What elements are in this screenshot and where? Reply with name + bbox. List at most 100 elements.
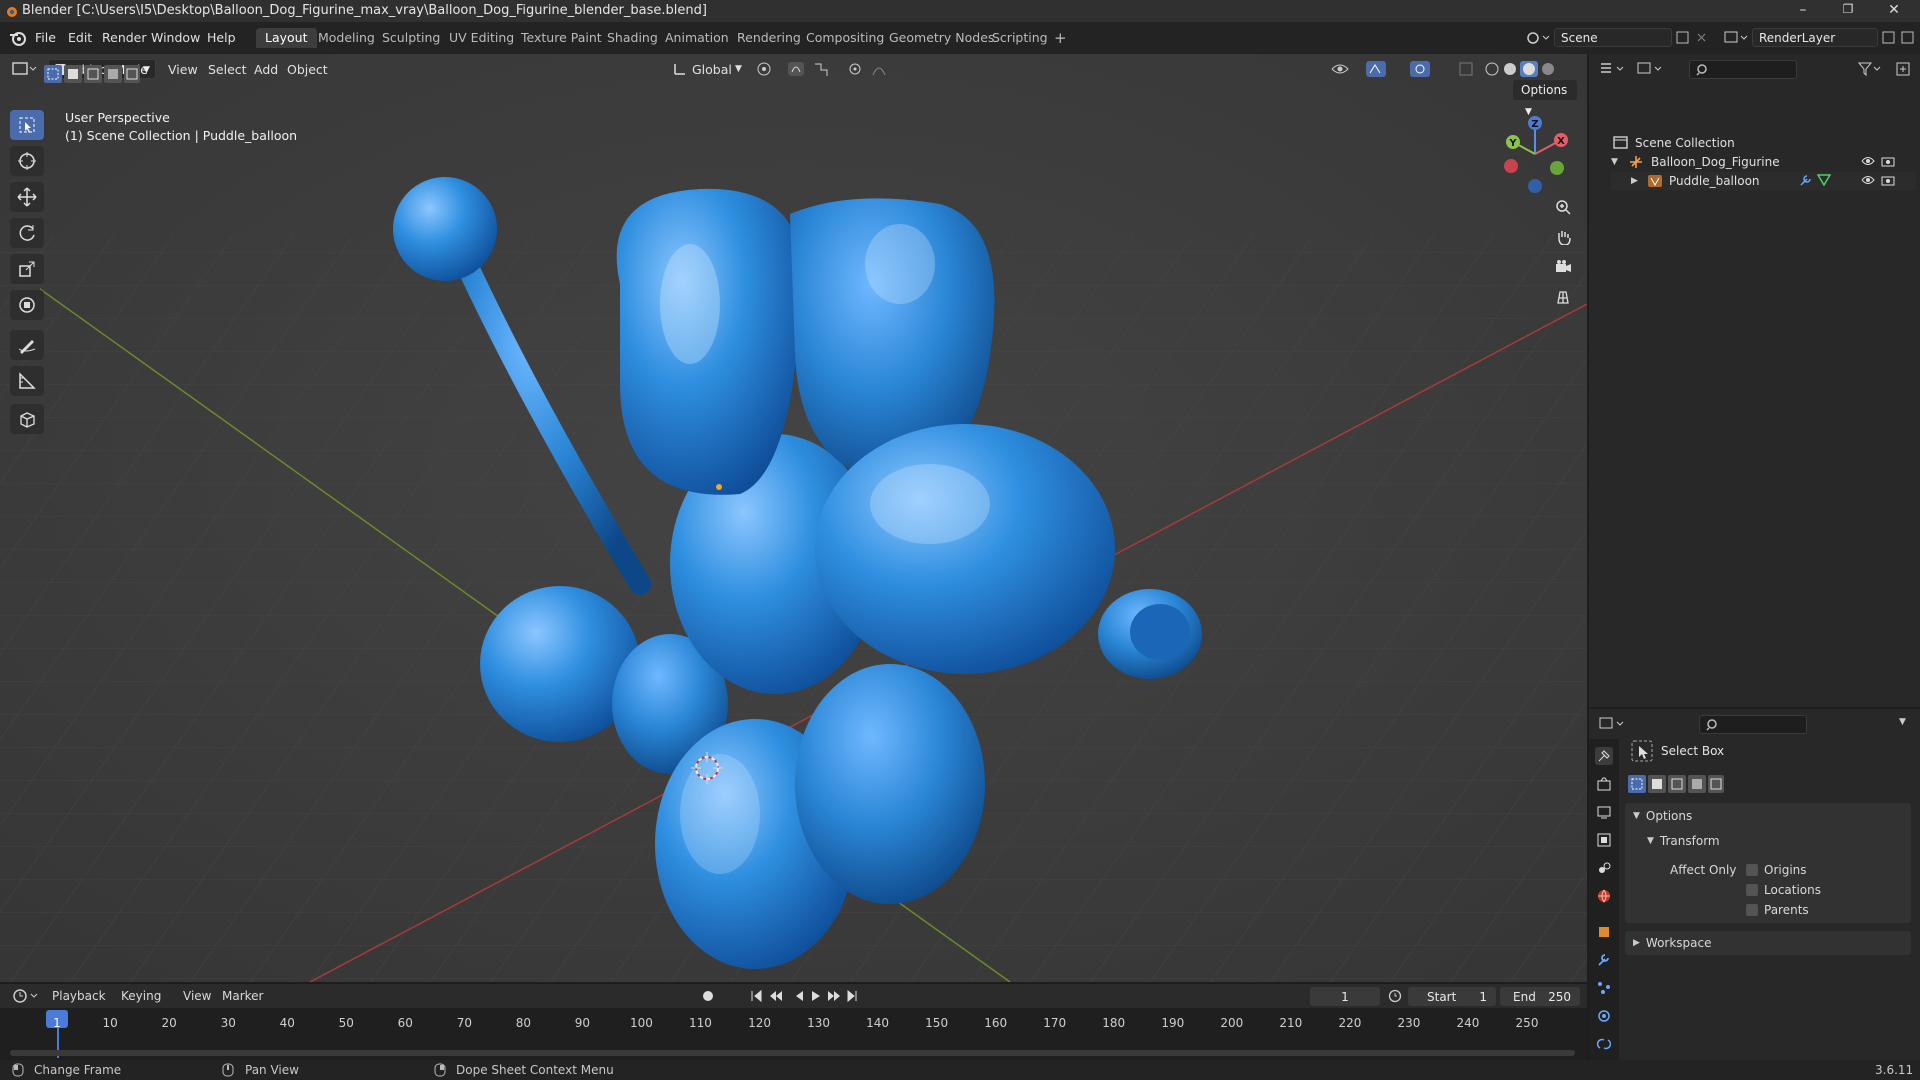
tab-sculpting[interactable]: Sculpting <box>373 28 449 48</box>
world-tab-icon[interactable] <box>1595 887 1613 905</box>
selection-mode-buttons[interactable] <box>44 65 140 83</box>
gizmo-neg-x-axis[interactable] <box>1504 159 1518 173</box>
view-layer-tab-icon[interactable] <box>1595 831 1613 849</box>
timeline-editor[interactable]: Playback Keying View Marker 1 Start 1 En… <box>0 984 1587 1060</box>
zoom-view-button[interactable] <box>1550 194 1576 220</box>
tab-layout[interactable]: Layout <box>256 28 317 48</box>
constraints-tab-icon[interactable] <box>1595 1035 1613 1053</box>
parents-checkbox[interactable]: Parents <box>1746 903 1809 917</box>
tool-rotate[interactable] <box>10 218 44 248</box>
affect-only-label: Affect Only <box>1670 863 1737 877</box>
render-tab-icon[interactable] <box>1595 775 1613 793</box>
minimize-button[interactable]: – <box>1783 2 1823 20</box>
tool-measure[interactable] <box>10 366 44 396</box>
transform-subpanel-header[interactable]: ▼ Transform <box>1647 834 1720 848</box>
viewport-options-button[interactable]: Options ▼ <box>1513 80 1577 117</box>
tool-select-box[interactable] <box>10 110 44 140</box>
properties-search-input[interactable] <box>1699 715 1807 734</box>
tool-transform[interactable] <box>10 290 44 320</box>
add-workspace-button[interactable]: + <box>1045 28 1076 48</box>
output-tab-icon[interactable] <box>1595 803 1613 821</box>
outliner-filter-icons[interactable] <box>1857 61 1917 77</box>
pivot-snap-proportional-icons[interactable] <box>755 60 895 78</box>
scene-name-field[interactable]: Scene <box>1554 28 1672 47</box>
scene-tab-icon[interactable] <box>1595 859 1613 877</box>
timeline-menu-marker[interactable]: Marker <box>222 989 263 1003</box>
options-panel-header[interactable]: ▼ Options <box>1633 809 1692 823</box>
menu-edit[interactable]: Edit <box>68 30 92 45</box>
viewport-overlay-shading-icons[interactable] <box>1330 60 1570 78</box>
object-tab-icon[interactable] <box>1595 923 1613 941</box>
timeline-menu-keying[interactable]: Keying <box>121 989 161 1003</box>
menu-render[interactable]: Render <box>102 30 147 45</box>
chevron-down-icon[interactable]: ▼ <box>1899 717 1906 727</box>
pan-view-button[interactable] <box>1550 224 1576 250</box>
viewport-menu-select[interactable]: Select <box>208 62 247 77</box>
workspace-panel[interactable]: ▶ Workspace <box>1625 931 1911 955</box>
outliner-item-balloon-dog-figurine[interactable]: ▼ Balloon_Dog_Figurine <box>1611 153 1916 171</box>
view-layer-name-field[interactable]: RenderLayer <box>1752 28 1878 47</box>
modifier-tab-icon[interactable] <box>1595 951 1613 969</box>
mesh-data-icon[interactable] <box>1816 173 1832 189</box>
stopwatch-icon[interactable] <box>1388 989 1404 1003</box>
tool-annotate[interactable] <box>10 330 44 360</box>
menu-help[interactable]: Help <box>207 30 236 45</box>
outliner-scene-collection[interactable]: Scene Collection <box>1613 134 1735 152</box>
view-layer-selector-icon[interactable] <box>1724 30 1750 46</box>
workspace-panel-header[interactable]: ▶ Workspace <box>1633 936 1712 950</box>
select-mode-buttons[interactable] <box>1628 775 1724 793</box>
render-camera-icon[interactable] <box>1881 174 1895 189</box>
timeline-menu-view[interactable]: View <box>183 989 211 1003</box>
playback-controls[interactable] <box>700 988 870 1004</box>
tab-texture-paint[interactable]: Texture Paint <box>512 28 611 48</box>
menu-window[interactable]: Window <box>151 30 200 45</box>
eye-icon[interactable] <box>1861 155 1875 170</box>
eye-icon[interactable] <box>1861 174 1875 189</box>
tool-add-cube[interactable] <box>10 404 44 434</box>
outliner-editor-type-icon[interactable] <box>1599 61 1627 77</box>
physics-tab-icon[interactable] <box>1595 1007 1613 1025</box>
end-frame-field[interactable]: End 250 <box>1500 987 1580 1006</box>
start-frame-field[interactable]: Start 1 <box>1408 987 1496 1006</box>
camera-view-button[interactable] <box>1550 254 1576 280</box>
current-frame-field[interactable]: 1 <box>1310 987 1380 1006</box>
properties-editor-type-icon[interactable] <box>1599 716 1627 732</box>
locations-checkbox[interactable]: Locations <box>1746 883 1821 897</box>
particles-tab-icon[interactable] <box>1595 979 1613 997</box>
timeline-menu-playback[interactable]: Playback <box>52 989 106 1003</box>
viewport-menu-add[interactable]: Add <box>254 62 278 77</box>
maximize-button[interactable]: ❐ <box>1828 2 1868 20</box>
transform-orientation-dropdown[interactable]: Global <box>692 62 732 77</box>
viewport-menu-view[interactable]: View <box>168 62 198 77</box>
tool-scale[interactable] <box>10 254 44 284</box>
gizmo-neg-y-axis[interactable] <box>1550 161 1564 175</box>
navigation-gizmo[interactable]: Z X Y <box>1495 114 1575 194</box>
close-button[interactable]: ✕ <box>1874 2 1914 20</box>
tool-move[interactable] <box>10 182 44 212</box>
view-layer-actions-icon[interactable] <box>1882 30 1916 46</box>
tool-cursor[interactable] <box>10 146 44 176</box>
expand-arrow-icon[interactable]: ▼ <box>1611 157 1627 167</box>
tool-tab-icon[interactable] <box>1595 747 1613 765</box>
toggle-perspective-button[interactable] <box>1550 284 1576 310</box>
timeline-scrollbar[interactable] <box>10 1050 1575 1056</box>
scene-actions-icon[interactable] <box>1676 30 1710 46</box>
3d-viewport[interactable]: Object Mode ▼ View Select Add Object Glo… <box>0 54 1587 982</box>
viewport-menu-object[interactable]: Object <box>287 62 328 77</box>
outliner-search-input[interactable] <box>1689 60 1797 79</box>
scene-selector-icon[interactable] <box>1526 30 1552 46</box>
render-camera-icon[interactable] <box>1881 155 1895 170</box>
tab-uv-editing[interactable]: UV Editing <box>440 28 523 48</box>
blender-menu-icon[interactable] <box>9 30 27 46</box>
timeline-editor-type-icon[interactable] <box>12 988 40 1004</box>
tab-animation[interactable]: Animation <box>656 28 738 48</box>
tab-compositing[interactable]: Compositing <box>797 28 893 48</box>
editor-type-icon[interactable] <box>12 61 38 77</box>
display-mode-icon[interactable] <box>1637 61 1665 77</box>
modifier-wrench-icon[interactable] <box>1799 174 1813 189</box>
expand-arrow-icon[interactable]: ▶ <box>1631 176 1647 186</box>
outliner-item-puddle-balloon[interactable]: ▶ Puddle_balloon <box>1611 172 1916 190</box>
origins-checkbox[interactable]: Origins <box>1746 863 1807 877</box>
menu-file[interactable]: File <box>35 30 56 45</box>
gizmo-neg-z-axis[interactable] <box>1528 179 1542 193</box>
